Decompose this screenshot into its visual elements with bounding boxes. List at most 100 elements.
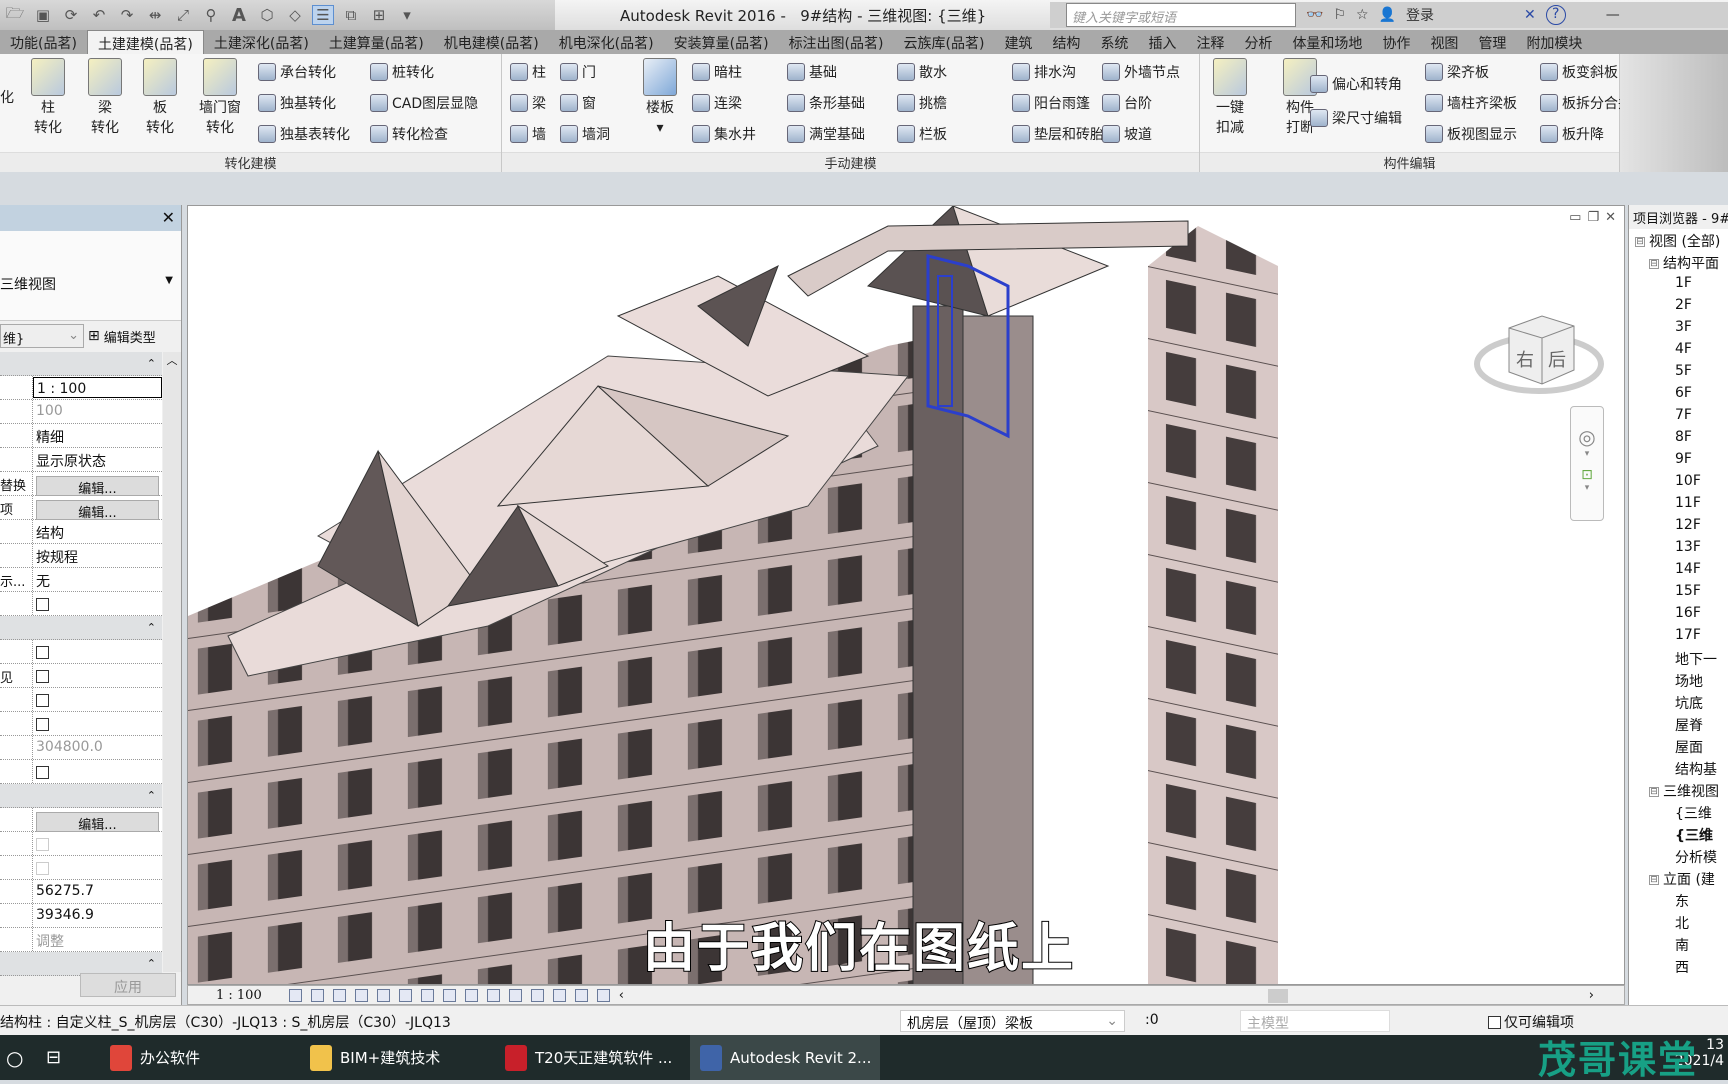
customize-icon[interactable]: ▾ xyxy=(396,5,418,25)
ribbon-tab[interactable]: 土建建模(品茗) xyxy=(86,30,204,54)
big-button[interactable]: 柱转化 xyxy=(18,58,78,138)
close-icon[interactable]: ✕ xyxy=(1605,210,1616,225)
constraints-icon[interactable] xyxy=(552,988,566,1002)
property-value[interactable] xyxy=(33,712,162,735)
ribbon-button[interactable]: 阳台雨篷 xyxy=(1012,93,1090,113)
ribbon-button[interactable]: 梁齐板 xyxy=(1425,62,1489,82)
design-option-select[interactable]: 主模型 xyxy=(1240,1010,1390,1032)
property-group-header[interactable]: ⌃ xyxy=(0,616,162,640)
ribbon-tab[interactable]: 视图 xyxy=(1420,30,1468,54)
ribbon-button[interactable]: 暗柱 xyxy=(692,62,742,82)
apply-button[interactable]: 应用 xyxy=(80,973,176,997)
property-value[interactable] xyxy=(33,592,162,615)
property-value[interactable] xyxy=(33,832,162,855)
big-button[interactable]: 墙门窗 转化 xyxy=(190,58,250,138)
ribbon-button[interactable]: 板变斜板 xyxy=(1540,62,1618,82)
horizontal-scrollbar[interactable] xyxy=(1268,989,1288,1003)
collapse-icon[interactable]: ⌃ xyxy=(147,784,156,807)
3d-view-icon[interactable]: ⬡ xyxy=(256,5,278,25)
property-group-header[interactable]: ⌃ xyxy=(0,784,162,808)
ribbon-button[interactable]: 墙柱齐梁板 xyxy=(1425,93,1517,113)
big-button[interactable]: 梁转化 xyxy=(75,58,135,138)
browser-item[interactable]: 7F xyxy=(1629,405,1728,427)
ribbon-tab[interactable]: 插入 xyxy=(1138,30,1186,54)
browser-item[interactable]: 北 xyxy=(1629,911,1728,933)
ribbon-button[interactable]: 梁 xyxy=(510,93,546,113)
scroll-right-icon[interactable]: › xyxy=(1589,988,1594,1003)
browser-item[interactable]: 结构基 xyxy=(1629,757,1728,779)
search-input[interactable]: 键入关键字或短语 xyxy=(1066,3,1296,27)
property-value[interactable]: 304800.0 xyxy=(33,736,162,759)
minimize-icon[interactable]: — xyxy=(1606,7,1620,23)
browser-item[interactable]: 13F xyxy=(1629,537,1728,559)
ribbon-button[interactable]: 满堂基础 xyxy=(787,124,865,144)
browser-item[interactable]: 10F xyxy=(1629,471,1728,493)
lock-3d-icon[interactable] xyxy=(442,988,456,1002)
redo-icon[interactable]: ↷ xyxy=(116,5,138,25)
checkbox[interactable] xyxy=(36,838,49,851)
view-scale[interactable]: 1 : 100 xyxy=(216,988,262,1003)
section-icon[interactable]: ◇ xyxy=(284,5,306,25)
browser-item[interactable]: 3F xyxy=(1629,317,1728,339)
ribbon-button[interactable]: 独基转化 xyxy=(258,93,336,113)
taskbar-app[interactable]: T20天正建筑软件 ... xyxy=(495,1035,685,1080)
ribbon-tab[interactable]: 机电建模(品茗) xyxy=(434,30,549,54)
property-value[interactable]: 1 : 100 xyxy=(33,377,162,398)
ribbon-tab[interactable]: 云族库(品茗) xyxy=(894,30,995,54)
floor-button[interactable]: 楼板 ▾ xyxy=(632,58,688,138)
edit-button[interactable]: 编辑... xyxy=(36,500,159,521)
thin-lines-icon[interactable]: ☰ xyxy=(312,5,334,25)
ribbon-button[interactable]: 墙洞 xyxy=(560,124,610,144)
browser-item[interactable]: 场地 xyxy=(1629,669,1728,691)
ribbon-tab[interactable]: 建筑 xyxy=(994,30,1042,54)
browser-item[interactable]: 4F xyxy=(1629,339,1728,361)
ribbon-button[interactable]: 栏板 xyxy=(897,124,947,144)
worksharing-icon[interactable] xyxy=(574,988,588,1002)
help-icon[interactable]: ? xyxy=(1545,5,1566,25)
ribbon-button[interactable]: 门 xyxy=(560,62,596,82)
browser-item[interactable]: 1F xyxy=(1629,273,1728,295)
login-button[interactable]: 登录 xyxy=(1406,5,1434,25)
big-button[interactable]: 一键 扣减 xyxy=(1200,58,1260,138)
minimize-icon[interactable]: ▭ xyxy=(1569,210,1581,225)
crop-view-icon[interactable] xyxy=(398,988,412,1002)
instance-filter-select[interactable]: 维} ⌄ xyxy=(0,324,84,348)
browser-item[interactable]: {三维 xyxy=(1629,801,1728,823)
steering-wheel-icon[interactable]: ◎ xyxy=(1571,425,1603,449)
ribbon-button[interactable]: CAD图层显隐 xyxy=(370,93,478,113)
switch-windows-icon[interactable]: ⊞ xyxy=(368,5,390,25)
collapse-toggle-icon[interactable]: ⊟ xyxy=(1649,875,1659,885)
property-value[interactable]: 39346.9 xyxy=(33,904,162,927)
ribbon-tab[interactable]: 土建算量(品茗) xyxy=(319,30,434,54)
ribbon-button[interactable]: 板升降 xyxy=(1540,124,1604,144)
property-value[interactable]: 无 xyxy=(33,568,162,591)
reveal-hidden-icon[interactable] xyxy=(486,988,500,1002)
ribbon-tab[interactable]: 管理 xyxy=(1468,30,1516,54)
property-value[interactable]: 精细 xyxy=(33,424,162,447)
close-icon[interactable]: ✕ xyxy=(162,208,175,227)
workset-select[interactable]: 机房层（屋顶）梁板 ⌄ xyxy=(900,1010,1125,1032)
big-button[interactable]: 板转化 xyxy=(130,58,190,138)
ribbon-button[interactable]: 排水沟 xyxy=(1012,62,1076,82)
render-icon[interactable] xyxy=(376,988,390,1002)
exchange-icon[interactable]: ✕ xyxy=(1524,7,1536,23)
checkbox[interactable] xyxy=(36,646,49,659)
property-value[interactable]: 结构 xyxy=(33,520,162,543)
property-value[interactable]: 调整 xyxy=(33,928,162,951)
ribbon-tab[interactable]: 结构 xyxy=(1042,30,1090,54)
measure-icon[interactable]: ⇹ xyxy=(144,5,166,25)
browser-item[interactable]: 西 xyxy=(1629,955,1728,977)
edit-button[interactable]: 编辑... xyxy=(36,476,159,497)
ribbon-button[interactable]: 条形基础 xyxy=(787,93,865,113)
taskbar-app[interactable]: BIM+建筑技术 xyxy=(300,1035,490,1080)
ribbon-button[interactable]: 台阶 xyxy=(1102,93,1152,113)
subscription-icon[interactable]: ⚐ xyxy=(1333,7,1346,23)
browser-item[interactable]: 分析模 xyxy=(1629,845,1728,867)
browser-item[interactable]: 16F xyxy=(1629,603,1728,625)
ribbon-tab[interactable]: 安装算量(品茗) xyxy=(664,30,779,54)
checkbox[interactable] xyxy=(36,718,49,731)
browser-item[interactable]: 5F xyxy=(1629,361,1728,383)
browser-item[interactable]: 8F xyxy=(1629,427,1728,449)
property-value[interactable]: 56275.7 xyxy=(33,880,162,903)
ribbon-button[interactable]: 外墙节点 xyxy=(1102,62,1180,82)
